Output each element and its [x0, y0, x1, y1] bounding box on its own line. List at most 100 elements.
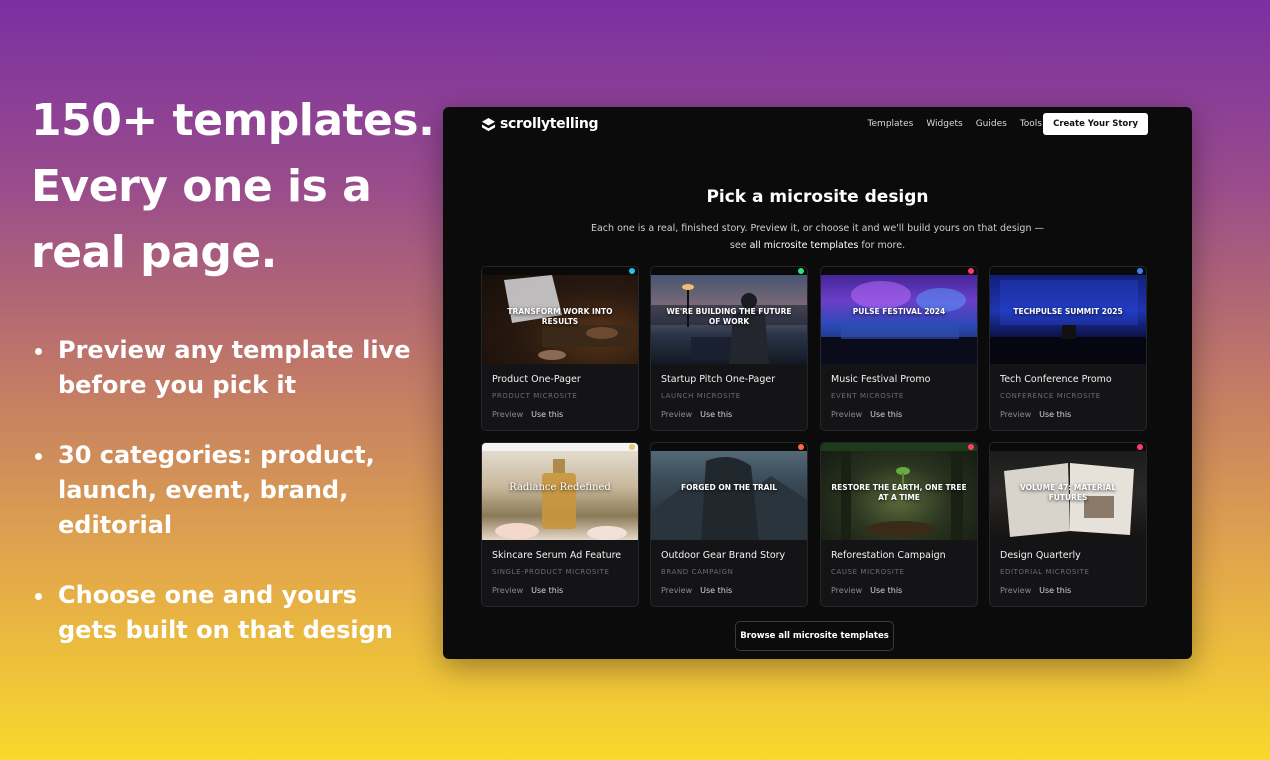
browse-all-templates-button[interactable]: Browse all microsite templates	[735, 621, 894, 651]
template-category: SINGLE-PRODUCT MICROSITE	[492, 568, 610, 576]
thumb-nav-bar	[821, 443, 977, 451]
use-this-link[interactable]: Use this	[870, 410, 902, 419]
template-category: CAUSE MICROSITE	[831, 568, 905, 576]
thumb-title: Restore the earth, one tree at a time	[831, 483, 967, 502]
nav-tools[interactable]: Tools	[1020, 119, 1042, 129]
preview-link[interactable]: Preview	[492, 586, 523, 595]
template-title: Outdoor Gear Brand Story	[661, 550, 786, 561]
site-screenshot: scrollytelling Templates Widgets Guides …	[443, 107, 1192, 659]
use-this-link[interactable]: Use this	[1039, 410, 1071, 419]
thumb-title: Pulse Festival 2024	[852, 307, 946, 316]
thumb-accent-dot	[798, 268, 804, 274]
template-title: Music Festival Promo	[831, 374, 931, 385]
thumb-accent-dot	[968, 444, 974, 450]
template-category: BRAND CAMPAIGN	[661, 568, 734, 576]
thumb-title: TechPulse Summit 2025	[1013, 307, 1123, 316]
thumb-accent-dot	[629, 268, 635, 274]
site-nav: scrollytelling Templates Widgets Guides …	[443, 107, 1192, 143]
template-title: Design Quarterly	[1000, 550, 1081, 561]
card-actions: Preview Use this	[492, 586, 563, 595]
all-templates-link[interactable]: all microsite templates	[750, 240, 859, 251]
template-card[interactable]: Volume 47: Material Futures Design Quart…	[989, 442, 1147, 607]
template-title: Reforestation Campaign	[831, 550, 946, 561]
preview-link[interactable]: Preview	[831, 586, 862, 595]
thumb-title: Transform work into results	[507, 307, 613, 326]
template-grid: Transform work into results Product One-…	[481, 266, 1148, 607]
site-logo[interactable]: scrollytelling	[481, 116, 599, 132]
thumb-title: Radiance Redefined	[509, 482, 611, 493]
logo-icon	[481, 117, 496, 131]
concert-scene-icon	[821, 281, 977, 364]
hero-line-1: 150+ templates.	[31, 95, 435, 146]
thumb-accent-dot	[629, 444, 635, 450]
thumb-nav-bar	[990, 267, 1146, 275]
hero-line-2: Every one is a	[31, 161, 372, 212]
thumb-nav-bar	[482, 267, 638, 275]
template-title: Startup Pitch One-Pager	[661, 374, 776, 385]
template-thumbnail: TechPulse Summit 2025	[990, 267, 1146, 364]
card-actions: Preview Use this	[661, 586, 732, 595]
thumb-nav-bar	[990, 443, 1146, 451]
create-story-button[interactable]: Create Your Story	[1043, 113, 1148, 135]
template-thumbnail: Volume 47: Material Futures	[990, 443, 1146, 540]
template-category: PRODUCT MICROSITE	[492, 392, 578, 400]
preview-link[interactable]: Preview	[1000, 586, 1031, 595]
template-card[interactable]: Transform work into results Product One-…	[481, 266, 639, 431]
card-actions: Preview Use this	[831, 586, 902, 595]
template-category: EVENT MICROSITE	[831, 392, 904, 400]
use-this-link[interactable]: Use this	[700, 586, 732, 595]
feature-list: Preview any template live before you pic…	[34, 333, 414, 683]
template-thumbnail: Radiance Redefined	[482, 443, 638, 540]
template-card[interactable]: Pulse Festival 2024 Music Festival Promo…	[820, 266, 978, 431]
thumb-nav-bar	[651, 267, 807, 275]
template-card[interactable]: Forged on the trail Outdoor Gear Brand S…	[650, 442, 808, 607]
template-category: EDITORIAL MICROSITE	[1000, 568, 1090, 576]
template-card[interactable]: Radiance Redefined Skincare Serum Ad Fea…	[481, 442, 639, 607]
use-this-link[interactable]: Use this	[870, 586, 902, 595]
template-thumbnail: Restore the earth, one tree at a time	[821, 443, 977, 540]
template-thumbnail: We're building the future of work	[651, 267, 807, 364]
card-actions: Preview Use this	[492, 410, 563, 419]
template-category: CONFERENCE MICROSITE	[1000, 392, 1101, 400]
template-thumbnail: Forged on the trail	[651, 443, 807, 540]
hiker-scene-icon	[651, 457, 807, 540]
preview-link[interactable]: Preview	[661, 586, 692, 595]
card-actions: Preview Use this	[1000, 586, 1071, 595]
use-this-link[interactable]: Use this	[1039, 586, 1071, 595]
thumb-accent-dot	[1137, 444, 1143, 450]
nav-guides[interactable]: Guides	[976, 119, 1007, 129]
nav-templates[interactable]: Templates	[868, 119, 914, 129]
template-title: Skincare Serum Ad Feature	[492, 550, 622, 561]
thumb-title: We're building the future of work	[666, 307, 792, 326]
template-title: Product One-Pager	[492, 374, 581, 385]
template-thumbnail: Transform work into results	[482, 267, 638, 364]
use-this-link[interactable]: Use this	[531, 410, 563, 419]
subtitle-end: for more.	[861, 240, 906, 251]
thumb-accent-dot	[798, 444, 804, 450]
template-card[interactable]: We're building the future of work Startu…	[650, 266, 808, 431]
template-card[interactable]: Restore the earth, one tree at a time Re…	[820, 442, 978, 607]
thumb-title: Forged on the trail	[680, 483, 778, 492]
template-thumbnail: Pulse Festival 2024	[821, 267, 977, 364]
card-actions: Preview Use this	[661, 410, 732, 419]
nav-links: Templates Widgets Guides Tools	[868, 119, 1042, 129]
page-subtitle: Each one is a real, finished story. Prev…	[583, 220, 1052, 254]
preview-link[interactable]: Preview	[492, 410, 523, 419]
nav-widgets[interactable]: Widgets	[926, 119, 962, 129]
thumb-accent-dot	[968, 268, 974, 274]
template-card[interactable]: TechPulse Summit 2025 Tech Conference Pr…	[989, 266, 1147, 431]
card-actions: Preview Use this	[831, 410, 902, 419]
feature-item-categories: 30 categories: product, launch, event, b…	[34, 438, 414, 543]
thumb-nav-bar	[482, 443, 638, 451]
feature-item-preview: Preview any template live before you pic…	[34, 333, 414, 403]
thumb-nav-bar	[821, 267, 977, 275]
use-this-link[interactable]: Use this	[700, 410, 732, 419]
preview-link[interactable]: Preview	[831, 410, 862, 419]
serum-bottle-icon	[495, 459, 627, 540]
template-category: LAUNCH MICROSITE	[661, 392, 741, 400]
card-actions: Preview Use this	[1000, 410, 1071, 419]
thumb-nav-bar	[651, 443, 807, 451]
preview-link[interactable]: Preview	[661, 410, 692, 419]
preview-link[interactable]: Preview	[1000, 410, 1031, 419]
use-this-link[interactable]: Use this	[531, 586, 563, 595]
